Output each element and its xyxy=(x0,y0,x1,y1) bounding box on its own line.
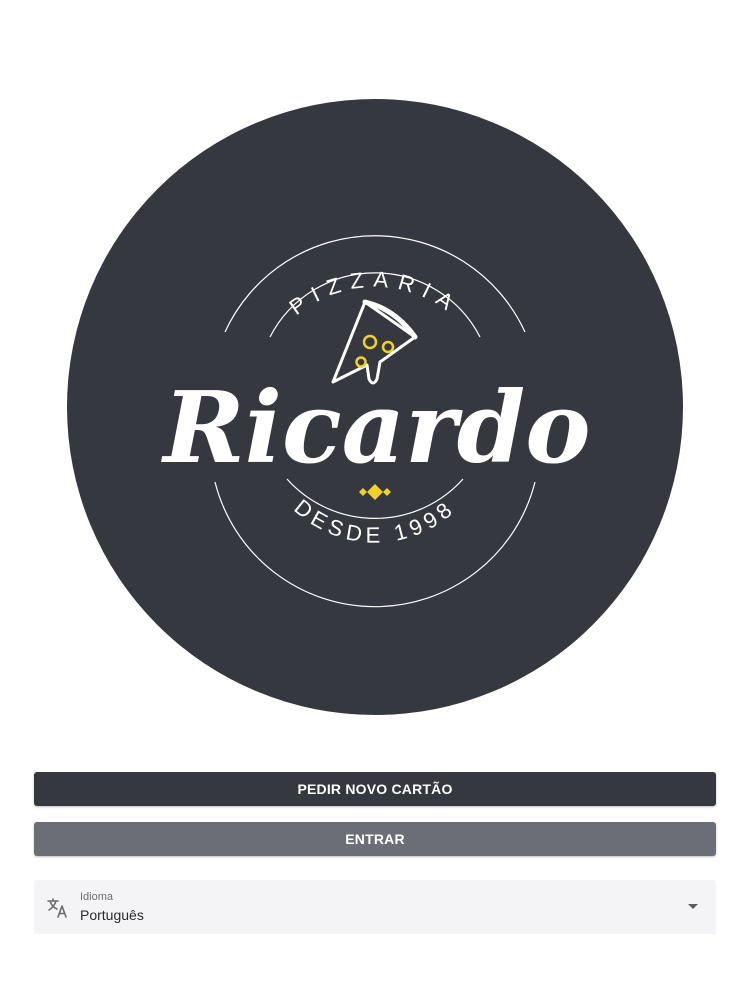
login-button[interactable]: ENTRAR xyxy=(34,822,716,856)
language-select[interactable]: Idioma Português xyxy=(34,880,716,934)
chevron-down-icon xyxy=(688,904,698,909)
screen: PIZZARIA Ricardo DESDE 1998 PEDIR NOVO C… xyxy=(0,0,750,1000)
restaurant-logo: PIZZARIA Ricardo DESDE 1998 xyxy=(65,97,685,717)
language-label: Idioma xyxy=(80,891,114,903)
new-card-button[interactable]: PEDIR NOVO CARTÃO xyxy=(34,772,716,806)
logo-name: Ricardo xyxy=(160,371,590,486)
translate-icon xyxy=(46,896,70,920)
language-value: Português xyxy=(80,907,144,923)
logo-graphic: PIZZARIA Ricardo DESDE 1998 xyxy=(67,99,683,715)
